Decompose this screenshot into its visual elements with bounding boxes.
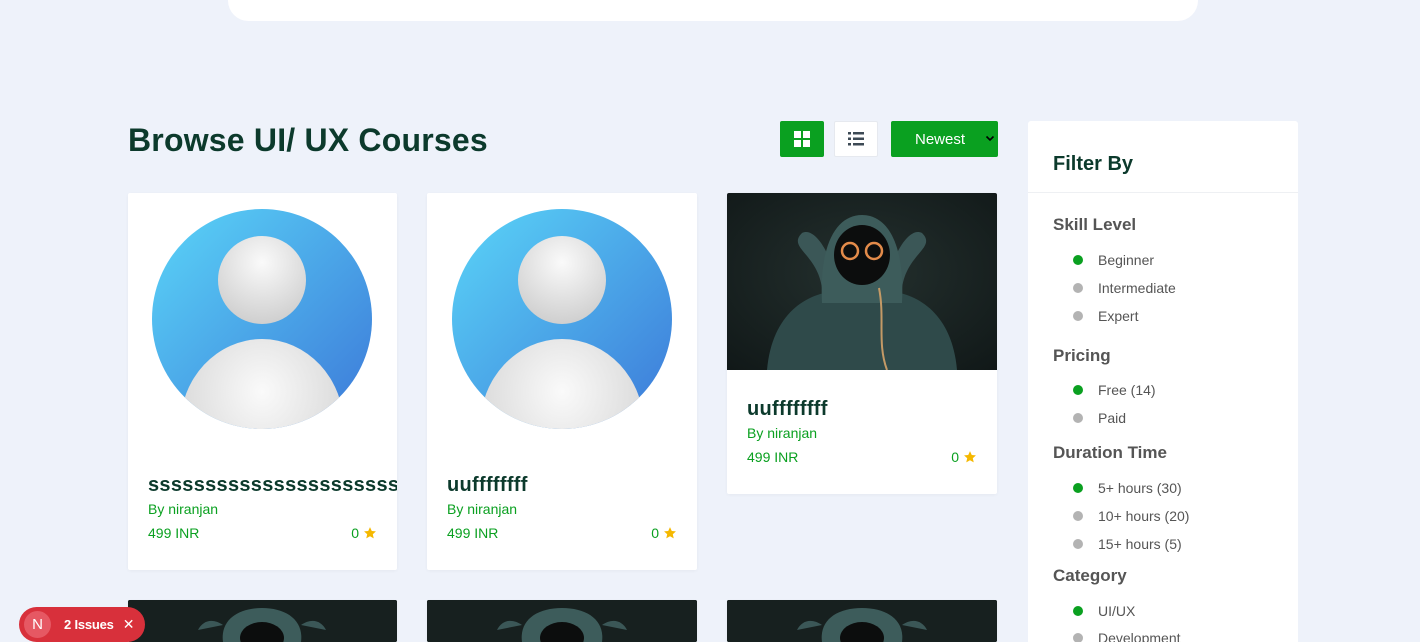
- course-title[interactable]: uuffffffff: [447, 474, 528, 497]
- hooded-figure-image: [727, 600, 997, 642]
- radio-dot-icon: [1073, 539, 1083, 549]
- filter-option-label: Free (14): [1098, 382, 1156, 398]
- filter-option-15-hours[interactable]: 15+ hours (5): [1073, 536, 1182, 552]
- filter-panel: Filter By Skill Level Beginner Intermedi…: [1028, 121, 1298, 642]
- grid-view-icon: [794, 131, 810, 147]
- course-price: 499 INR: [747, 449, 799, 465]
- filter-option-label: Development: [1098, 630, 1181, 642]
- default-avatar-image: [152, 209, 372, 429]
- filter-option-label: 10+ hours (20): [1098, 508, 1190, 524]
- list-view-button[interactable]: [834, 121, 878, 157]
- filter-option-label: 5+ hours (30): [1098, 480, 1182, 496]
- filter-option-label: 15+ hours (5): [1098, 536, 1182, 552]
- hooded-figure-image: [128, 600, 397, 642]
- filter-group-duration-time: Duration Time: [1053, 443, 1167, 462]
- star-icon: [964, 451, 976, 463]
- filter-option-label: Beginner: [1098, 252, 1155, 268]
- course-card[interactable]: uuffffffff By niranjan 499 INR 0: [727, 193, 997, 494]
- course-card[interactable]: [128, 600, 397, 642]
- course-author: By niranjan: [148, 501, 219, 517]
- star-icon: [364, 527, 376, 539]
- course-price: 499 INR: [447, 525, 499, 541]
- filter-option-label: Intermediate: [1098, 280, 1176, 296]
- list-view-icon: [848, 132, 864, 146]
- rating-value: 0: [651, 525, 659, 541]
- radio-dot-icon: [1073, 311, 1083, 321]
- course-price: 499 INR: [148, 525, 200, 541]
- default-avatar-image: [452, 209, 672, 429]
- filter-option-label: Expert: [1098, 308, 1139, 324]
- radio-dot-icon: [1073, 413, 1083, 423]
- sort-select[interactable]: Newest: [891, 121, 998, 157]
- radio-dot-icon: [1073, 633, 1083, 642]
- course-title[interactable]: uuffffffff: [747, 398, 828, 421]
- filter-group-skill-level: Skill Level: [1053, 215, 1137, 234]
- filter-option-expert[interactable]: Expert: [1073, 308, 1138, 324]
- rating-value: 0: [951, 449, 959, 465]
- nextjs-logo-icon: N: [24, 611, 51, 638]
- radio-dot-icon: [1073, 255, 1083, 265]
- page-title: Browse UI/ UX Courses: [128, 122, 488, 158]
- filter-group-category: Category: [1053, 566, 1127, 585]
- course-title[interactable]: sssssssssssssssssssssssss: [148, 474, 397, 497]
- sort-select-value: Newest: [915, 130, 966, 148]
- course-rating: 0: [951, 449, 977, 465]
- dev-issues-badge[interactable]: N 2 Issues ✕: [19, 607, 145, 642]
- filter-option-10-hours[interactable]: 10+ hours (20): [1073, 508, 1189, 524]
- filter-option-development[interactable]: Development: [1073, 630, 1181, 642]
- top-banner-card: [228, 0, 1198, 21]
- grid-view-button[interactable]: [780, 121, 824, 157]
- course-card[interactable]: [427, 600, 697, 642]
- close-icon[interactable]: ✕: [123, 616, 135, 633]
- radio-dot-icon: [1073, 483, 1083, 493]
- radio-dot-icon: [1073, 606, 1083, 616]
- filter-option-uiux[interactable]: UI/UX: [1073, 603, 1135, 619]
- filter-option-paid[interactable]: Paid: [1073, 410, 1126, 426]
- star-icon: [664, 527, 676, 539]
- filter-option-5-hours[interactable]: 5+ hours (30): [1073, 480, 1182, 496]
- filter-option-label: Paid: [1098, 410, 1127, 426]
- course-author: By niranjan: [747, 425, 818, 441]
- radio-dot-icon: [1073, 283, 1083, 293]
- filter-option-intermediate[interactable]: Intermediate: [1073, 280, 1176, 296]
- chevron-down-icon: [985, 135, 995, 142]
- filter-option-free[interactable]: Free (14): [1073, 382, 1156, 398]
- course-author: By niranjan: [447, 501, 518, 517]
- course-rating: 0: [351, 525, 377, 541]
- course-card[interactable]: [727, 600, 997, 642]
- filter-option-beginner[interactable]: Beginner: [1073, 252, 1154, 268]
- course-rating: 0: [651, 525, 677, 541]
- filter-title: Filter By: [1028, 121, 1298, 193]
- issues-count-label: 2 Issues: [64, 617, 114, 632]
- filter-option-label: UI/UX: [1098, 603, 1136, 619]
- rating-value: 0: [351, 525, 359, 541]
- course-card[interactable]: uuffffffff By niranjan 499 INR 0: [427, 193, 697, 570]
- filter-group-pricing: Pricing: [1053, 346, 1111, 365]
- radio-dot-icon: [1073, 385, 1083, 395]
- hooded-figure-image: [727, 193, 997, 370]
- radio-dot-icon: [1073, 511, 1083, 521]
- course-card[interactable]: sssssssssssssssssssssssss By niranjan 49…: [128, 193, 397, 570]
- hooded-figure-image: [427, 600, 697, 642]
